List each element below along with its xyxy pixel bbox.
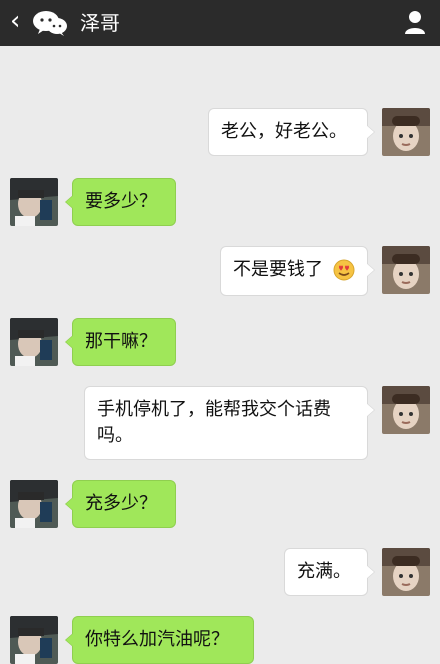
outgoing-message-bubble[interactable]: 手机停机了，能帮我交个话费吗。 <box>84 386 375 460</box>
sender-avatar[interactable] <box>382 108 430 156</box>
sender-avatar[interactable] <box>382 246 430 294</box>
message-text: 你特么加汽油呢？ <box>85 629 229 650</box>
boy-avatar-icon <box>10 318 58 366</box>
message-text: 那干嘛？ <box>85 331 157 352</box>
girl-avatar-icon <box>382 548 430 596</box>
top-bar: ‹ 泽哥 <box>0 0 440 46</box>
message-text: 手机停机了，能帮我交个话费吗。 <box>97 399 331 446</box>
back-button[interactable]: ‹ <box>10 8 20 34</box>
incoming-message-bubble[interactable]: 要多少？ <box>65 178 176 226</box>
incoming-message-bubble[interactable]: 那干嘛？ <box>65 318 176 366</box>
incoming-message-bubble[interactable]: 充多少？ <box>65 480 176 528</box>
boy-avatar-icon <box>10 178 58 226</box>
girl-avatar-icon <box>382 246 430 294</box>
back-icon: ‹ <box>10 6 21 36</box>
girl-avatar-icon <box>382 386 430 434</box>
message-text: 不是要钱了 <box>233 259 323 280</box>
message-text: 充满。 <box>297 561 351 582</box>
contact-avatar[interactable] <box>10 318 58 366</box>
message-text: 要多少？ <box>85 191 157 212</box>
contact-profile-icon[interactable] <box>402 8 428 36</box>
outgoing-message-bubble[interactable]: 不是要钱了 <box>220 246 375 296</box>
contact-avatar[interactable] <box>10 616 58 664</box>
chat-area[interactable]: 老公，好老公。 要多少？ 不是要钱了 那干嘛？ 手机停机了，能帮我交个话费吗。 … <box>0 46 440 664</box>
heart-eyes-emoji-icon <box>333 259 355 281</box>
boy-avatar-icon <box>10 616 58 664</box>
outgoing-message-bubble[interactable]: 老公，好老公。 <box>208 108 375 156</box>
incoming-message-bubble[interactable]: 你特么加汽油呢？ <box>65 616 254 664</box>
outgoing-message-bubble[interactable]: 充满。 <box>284 548 375 596</box>
contact-avatar[interactable] <box>10 178 58 226</box>
contact-avatar[interactable] <box>10 480 58 528</box>
sender-avatar[interactable] <box>382 386 430 434</box>
message-text: 老公，好老公。 <box>221 121 347 142</box>
boy-avatar-icon <box>10 480 58 528</box>
chat-title: 泽哥 <box>80 11 120 35</box>
wechat-logo-icon <box>33 11 67 36</box>
girl-avatar-icon <box>382 108 430 156</box>
sender-avatar[interactable] <box>382 548 430 596</box>
message-text: 充多少？ <box>85 493 157 514</box>
